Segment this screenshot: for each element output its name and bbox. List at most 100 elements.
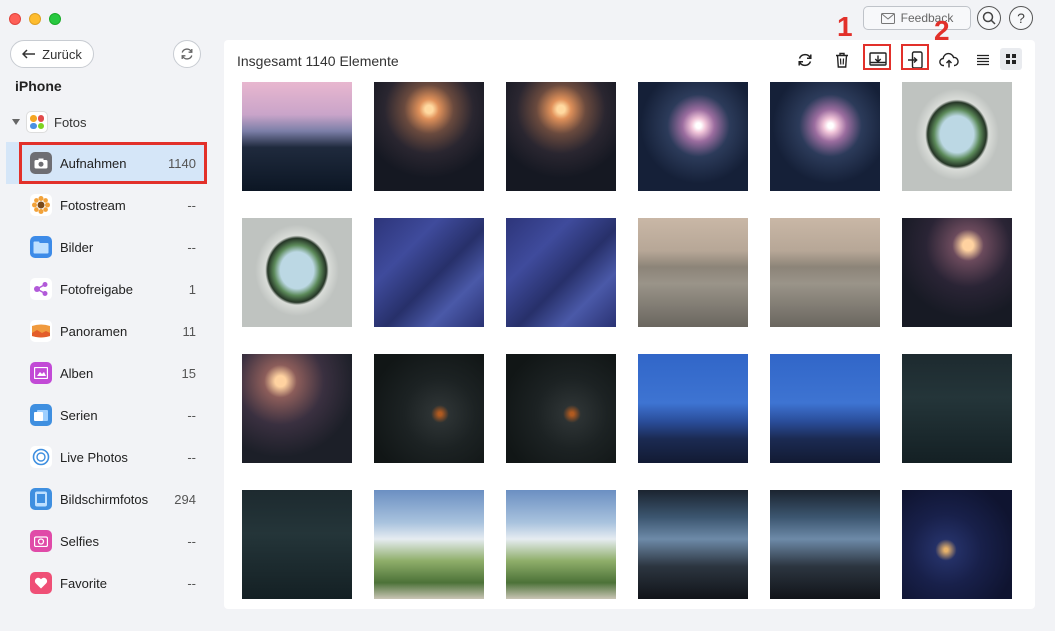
photo-thumbnail[interactable] (770, 82, 880, 191)
sidebar-item-count: -- (187, 197, 196, 213)
sidebar-item-fotostream[interactable]: Fotostream -- (6, 184, 206, 226)
photo-thumbnail[interactable] (902, 218, 1012, 327)
arrow-left-icon (22, 49, 36, 59)
photo-thumbnail[interactable] (638, 82, 748, 191)
annotation-box-step-1 (863, 44, 891, 70)
photo-thumbnail[interactable] (242, 82, 352, 191)
sidebar-list: Aufnahmen 1140 Fotostream -- Bilder -- F… (6, 142, 206, 604)
window-controls (9, 13, 61, 25)
photo-thumbnail[interactable] (242, 218, 352, 327)
window-close-button[interactable] (9, 13, 21, 25)
photo-thumbnail[interactable] (506, 490, 616, 599)
delete-button[interactable] (830, 49, 854, 71)
photo-thumbnail[interactable] (242, 490, 352, 599)
sidebar-item-selfies[interactable]: Selfies -- (6, 520, 206, 562)
help-icon: ? (1017, 10, 1025, 26)
photo-thumbnail[interactable] (374, 354, 484, 463)
photo-thumbnail[interactable] (770, 354, 880, 463)
panorama-icon (30, 320, 52, 342)
sidebar-item-count: 1 (188, 281, 196, 297)
photo-thumbnail[interactable] (638, 218, 748, 327)
back-button[interactable]: Zurück (10, 40, 94, 68)
annotation-box-step-2 (901, 44, 929, 70)
sidebar-item-label: Bildschirmfotos (60, 491, 149, 507)
sidebar-item-label: Alben (60, 365, 94, 381)
upload-button[interactable] (937, 49, 961, 71)
sidebar-refresh-button[interactable] (173, 40, 201, 68)
sidebar-item-label: Serien (60, 407, 98, 423)
photo-thumbnail[interactable] (506, 218, 616, 327)
sunflower-icon (30, 194, 52, 216)
sidebar-item-aufnahmen[interactable]: Aufnahmen 1140 (6, 142, 206, 184)
screenshot-icon (30, 488, 52, 510)
sidebar-item-bildschirmfotos[interactable]: Bildschirmfotos 294 (6, 478, 206, 520)
sidebar-item-favorite[interactable]: Favorite -- (6, 562, 206, 604)
sidebar-item-count: 294 (174, 491, 196, 507)
sidebar-item-label: Live Photos (60, 449, 128, 465)
camera-icon (30, 152, 52, 174)
sidebar-item-label: Favorite (60, 575, 107, 591)
trash-icon (836, 52, 848, 68)
sidebar-item-count: -- (187, 575, 196, 591)
photo-grid (242, 82, 1012, 599)
sidebar-item-label: Fotofreigabe (60, 281, 133, 297)
grid-view-button[interactable] (1000, 48, 1022, 70)
sidebar-item-count: 15 (181, 365, 196, 381)
photo-thumbnail[interactable] (902, 490, 1012, 599)
heart-icon (30, 572, 52, 594)
sidebar-item-fotofreigabe[interactable]: Fotofreigabe 1 (6, 268, 206, 310)
search-button[interactable] (977, 6, 1001, 30)
disclosure-triangle-icon (12, 119, 20, 125)
refresh-button[interactable] (793, 49, 817, 71)
search-icon (982, 11, 996, 25)
fotos-group-toggle[interactable]: Fotos (12, 110, 87, 134)
photo-thumbnail[interactable] (770, 490, 880, 599)
annotation-step-1: 1 (837, 11, 853, 42)
list-view-button[interactable] (971, 49, 995, 71)
grid-view-icon (1006, 54, 1016, 64)
cloud-upload-icon (939, 52, 959, 68)
photo-thumbnail[interactable] (902, 82, 1012, 191)
window-minimize-button[interactable] (29, 13, 41, 25)
refresh-icon (798, 53, 812, 67)
share-icon (30, 278, 52, 300)
album-icon (30, 362, 52, 384)
photo-thumbnail[interactable] (770, 218, 880, 327)
photo-thumbnail[interactable] (242, 354, 352, 463)
sidebar-item-panoramen[interactable]: Panoramen 11 (6, 310, 206, 352)
photo-thumbnail[interactable] (506, 82, 616, 191)
list-view-icon (977, 54, 989, 66)
feedback-button[interactable]: Feedback (863, 6, 971, 30)
photo-thumbnail[interactable] (638, 354, 748, 463)
photo-thumbnail[interactable] (902, 354, 1012, 463)
mail-icon (880, 12, 895, 24)
sidebar-item-count: -- (187, 533, 196, 549)
sidebar-item-bilder[interactable]: Bilder -- (6, 226, 206, 268)
refresh-icon (181, 48, 193, 60)
photo-thumbnail[interactable] (374, 218, 484, 327)
main-panel: Insgesamt 1140 Elemente (224, 40, 1035, 609)
sidebar-item-live-photos[interactable]: Live Photos -- (6, 436, 206, 478)
help-button[interactable]: ? (1009, 6, 1033, 30)
back-label: Zurück (42, 46, 82, 62)
annotation-step-2: 2 (934, 15, 950, 46)
sidebar-item-alben[interactable]: Alben 15 (6, 352, 206, 394)
photos-app-icon (26, 111, 48, 133)
sidebar-item-label: Selfies (60, 533, 100, 549)
sidebar-item-serien[interactable]: Serien -- (6, 394, 206, 436)
window-maximize-button[interactable] (49, 13, 61, 25)
photo-thumbnail[interactable] (506, 354, 616, 463)
live-photo-icon (30, 446, 52, 468)
sidebar-item-count: -- (187, 407, 196, 423)
photo-thumbnail[interactable] (638, 490, 748, 599)
sidebar-item-count: 11 (182, 323, 197, 339)
page-title: Insgesamt 1140 Elemente (237, 53, 399, 69)
device-name: iPhone (15, 78, 62, 94)
sidebar-item-label: Fotostream (60, 197, 126, 213)
sidebar-item-count: 1140 (168, 155, 196, 171)
photo-thumbnail[interactable] (374, 490, 484, 599)
photo-thumbnail[interactable] (374, 82, 484, 191)
sidebar-item-label: Bilder (60, 239, 94, 255)
burst-icon (30, 404, 52, 426)
fotos-group-label: Fotos (54, 114, 87, 130)
